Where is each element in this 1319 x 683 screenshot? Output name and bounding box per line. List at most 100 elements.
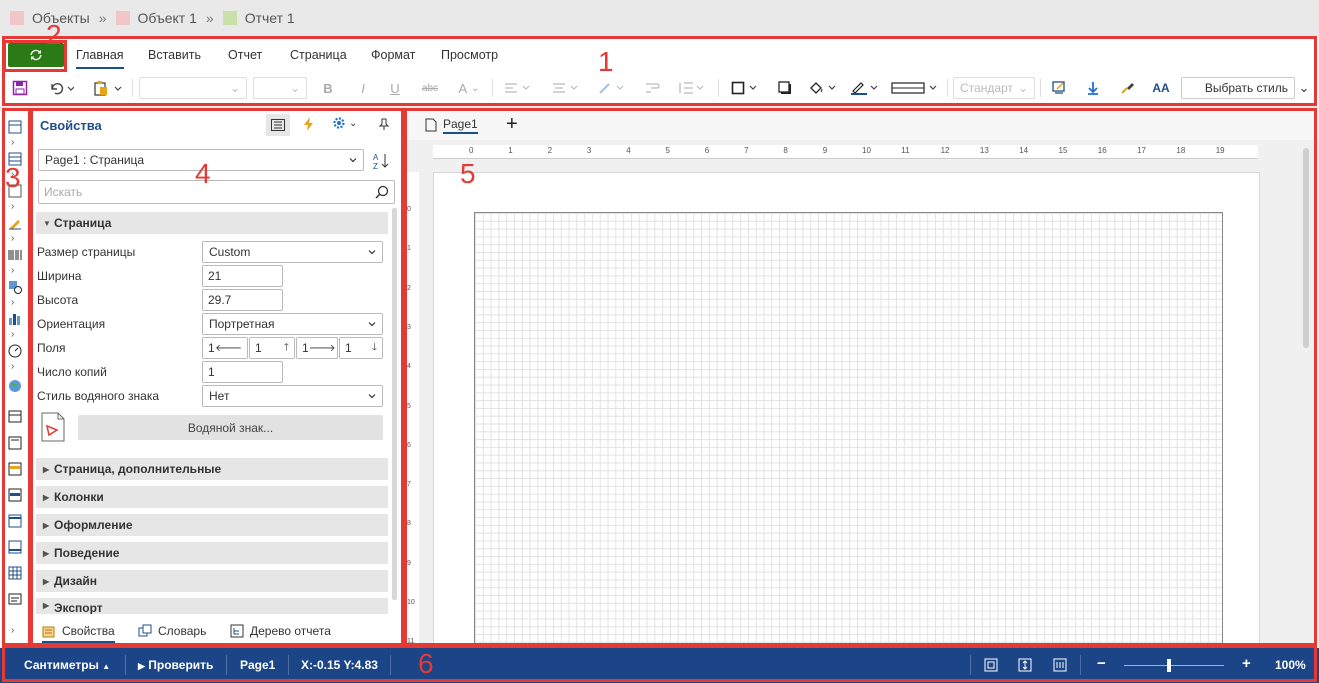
group-export[interactable]: ▶ Экспорт xyxy=(36,598,388,614)
line-spacing-button[interactable] xyxy=(676,74,708,102)
choose-style-button[interactable]: Выбрать стиль xyxy=(1181,77,1295,99)
border-button[interactable] xyxy=(728,74,762,102)
margin-bottom-field[interactable]: 1 🡓 xyxy=(339,337,383,359)
font-size-combo[interactable]: ⌄ xyxy=(253,77,307,99)
header-band-icon[interactable] xyxy=(8,462,22,476)
properties-view-button[interactable] xyxy=(266,114,290,136)
group-appearance[interactable]: ▶ Оформление xyxy=(36,514,388,536)
pin-icon[interactable] xyxy=(379,118,389,130)
copies-field[interactable]: 1 xyxy=(202,361,283,383)
page-tab[interactable]: Page1 xyxy=(417,113,486,137)
apply-style-button[interactable] xyxy=(1083,74,1103,102)
bold-button[interactable]: B xyxy=(319,74,337,102)
group-header-icon[interactable] xyxy=(8,514,22,528)
group-design[interactable]: ▶ Дизайн xyxy=(36,570,388,592)
group-columns[interactable]: ▶ Колонки xyxy=(36,486,388,508)
shadow-button[interactable] xyxy=(775,74,795,102)
height-field[interactable]: 29.7 xyxy=(202,289,283,311)
paste-button[interactable] xyxy=(90,74,126,102)
margin-right-field[interactable]: 1 🡒 xyxy=(296,337,338,359)
page-header-icon[interactable] xyxy=(8,410,22,424)
panel-scrollbar[interactable] xyxy=(392,208,397,600)
page-size-select[interactable]: Custom xyxy=(202,241,383,263)
zoom-slider[interactable] xyxy=(1124,659,1224,672)
line-style-button[interactable] xyxy=(890,74,942,102)
zoom-out-button[interactable]: − xyxy=(1097,655,1106,672)
text-format-aa-button[interactable]: AA xyxy=(1150,74,1172,102)
text-box-icon[interactable] xyxy=(8,592,22,606)
margin-left-field[interactable]: 1 🡐 xyxy=(202,337,248,359)
undo-button[interactable] xyxy=(44,74,78,102)
settings-button[interactable]: ⌄ xyxy=(332,116,357,130)
breadcrumb-item-object1[interactable]: Объект 1 xyxy=(115,10,197,26)
watermark-style-select[interactable]: Нет xyxy=(202,385,383,407)
group-page-extra[interactable]: ▶ Страница, дополнительные xyxy=(36,458,388,480)
report-title-icon[interactable] xyxy=(8,436,22,450)
chart-icon[interactable] xyxy=(8,312,22,326)
tab-format[interactable]: Формат xyxy=(371,48,415,62)
tab-preview[interactable]: Просмотр xyxy=(441,48,498,62)
page-grid[interactable] xyxy=(474,212,1223,648)
strikethrough-button[interactable]: abc xyxy=(419,74,441,102)
table-icon[interactable] xyxy=(8,566,22,580)
tab-properties[interactable]: Свойства xyxy=(42,624,115,643)
chevron-right-icon[interactable]: › xyxy=(11,233,14,244)
add-page-button[interactable]: + xyxy=(506,113,518,136)
pencil-icon[interactable] xyxy=(8,216,22,230)
zoom-slider-thumb[interactable] xyxy=(1167,659,1171,672)
align-left-button[interactable] xyxy=(502,74,534,102)
style-designer-button[interactable] xyxy=(1049,74,1069,102)
report-page[interactable] xyxy=(433,172,1260,648)
tab-insert[interactable]: Вставить xyxy=(148,48,201,62)
breadcrumb-label[interactable]: Отчет 1 xyxy=(245,10,295,26)
shapes-icon[interactable] xyxy=(8,280,22,294)
ribbon-expand-button[interactable]: ⌄ xyxy=(1297,74,1311,102)
breadcrumb-label[interactable]: Объект 1 xyxy=(138,10,197,26)
wordwrap-button[interactable] xyxy=(643,74,661,102)
orientation-select[interactable]: Портретная xyxy=(202,313,383,335)
font-name-combo[interactable]: ⌄ xyxy=(139,77,247,99)
footer-band-icon[interactable] xyxy=(8,540,22,554)
map-icon[interactable] xyxy=(8,379,22,393)
fill-color-button[interactable] xyxy=(806,74,840,102)
watermark-button[interactable]: Водяной знак... xyxy=(78,415,383,440)
chevron-right-icon[interactable]: › xyxy=(11,137,14,148)
tab-home[interactable]: Главная xyxy=(76,48,124,69)
align-vertical-button[interactable] xyxy=(550,74,582,102)
check-button[interactable]: ▶ Проверить xyxy=(138,658,213,672)
breadcrumb-item-report1[interactable]: Отчет 1 xyxy=(222,10,295,26)
underline-button[interactable]: U xyxy=(386,74,404,102)
tab-dictionary[interactable]: Словарь xyxy=(138,624,206,638)
chevron-right-icon[interactable]: › xyxy=(11,329,14,340)
margin-top-field[interactable]: 1 🡑 xyxy=(249,337,295,359)
style-combo[interactable]: Стандарт ⌄ xyxy=(953,77,1035,99)
zoom-in-button[interactable]: + xyxy=(1242,655,1251,672)
designer-scrollbar[interactable] xyxy=(1303,148,1309,348)
barcode-icon[interactable] xyxy=(8,248,22,262)
chevron-right-icon[interactable]: › xyxy=(11,297,14,308)
sort-az-icon[interactable]: AZ xyxy=(372,152,390,170)
units-dropdown[interactable]: Сантиметры ▲ xyxy=(24,658,110,672)
chevron-right-icon[interactable]: › xyxy=(11,625,14,636)
chevron-right-icon[interactable]: › xyxy=(11,361,14,372)
fit-page-icon[interactable] xyxy=(984,658,998,672)
search-input[interactable]: Искать xyxy=(38,180,395,204)
chevron-right-icon[interactable]: › xyxy=(11,201,14,212)
events-lightning-icon[interactable] xyxy=(303,117,315,131)
fit-height-icon[interactable] xyxy=(1018,658,1032,672)
group-page[interactable]: ▼ Страница xyxy=(36,212,388,234)
tab-page[interactable]: Страница xyxy=(290,48,347,62)
data-band-icon[interactable] xyxy=(8,488,22,502)
gauge-icon[interactable] xyxy=(8,344,22,358)
chevron-right-icon[interactable]: › xyxy=(11,265,14,276)
italic-button[interactable]: I xyxy=(354,74,372,102)
tab-report-tree[interactable]: Дерево отчета xyxy=(230,624,331,638)
save-button[interactable] xyxy=(10,74,30,102)
text-format-button[interactable] xyxy=(596,74,628,102)
fit-width-icon[interactable] xyxy=(1053,658,1067,672)
format-painter-button[interactable] xyxy=(1117,74,1137,102)
tab-report[interactable]: Отчет xyxy=(228,48,262,62)
width-field[interactable]: 21 xyxy=(202,265,283,287)
band-icon[interactable] xyxy=(8,120,22,134)
group-behavior[interactable]: ▶ Поведение xyxy=(36,542,388,564)
